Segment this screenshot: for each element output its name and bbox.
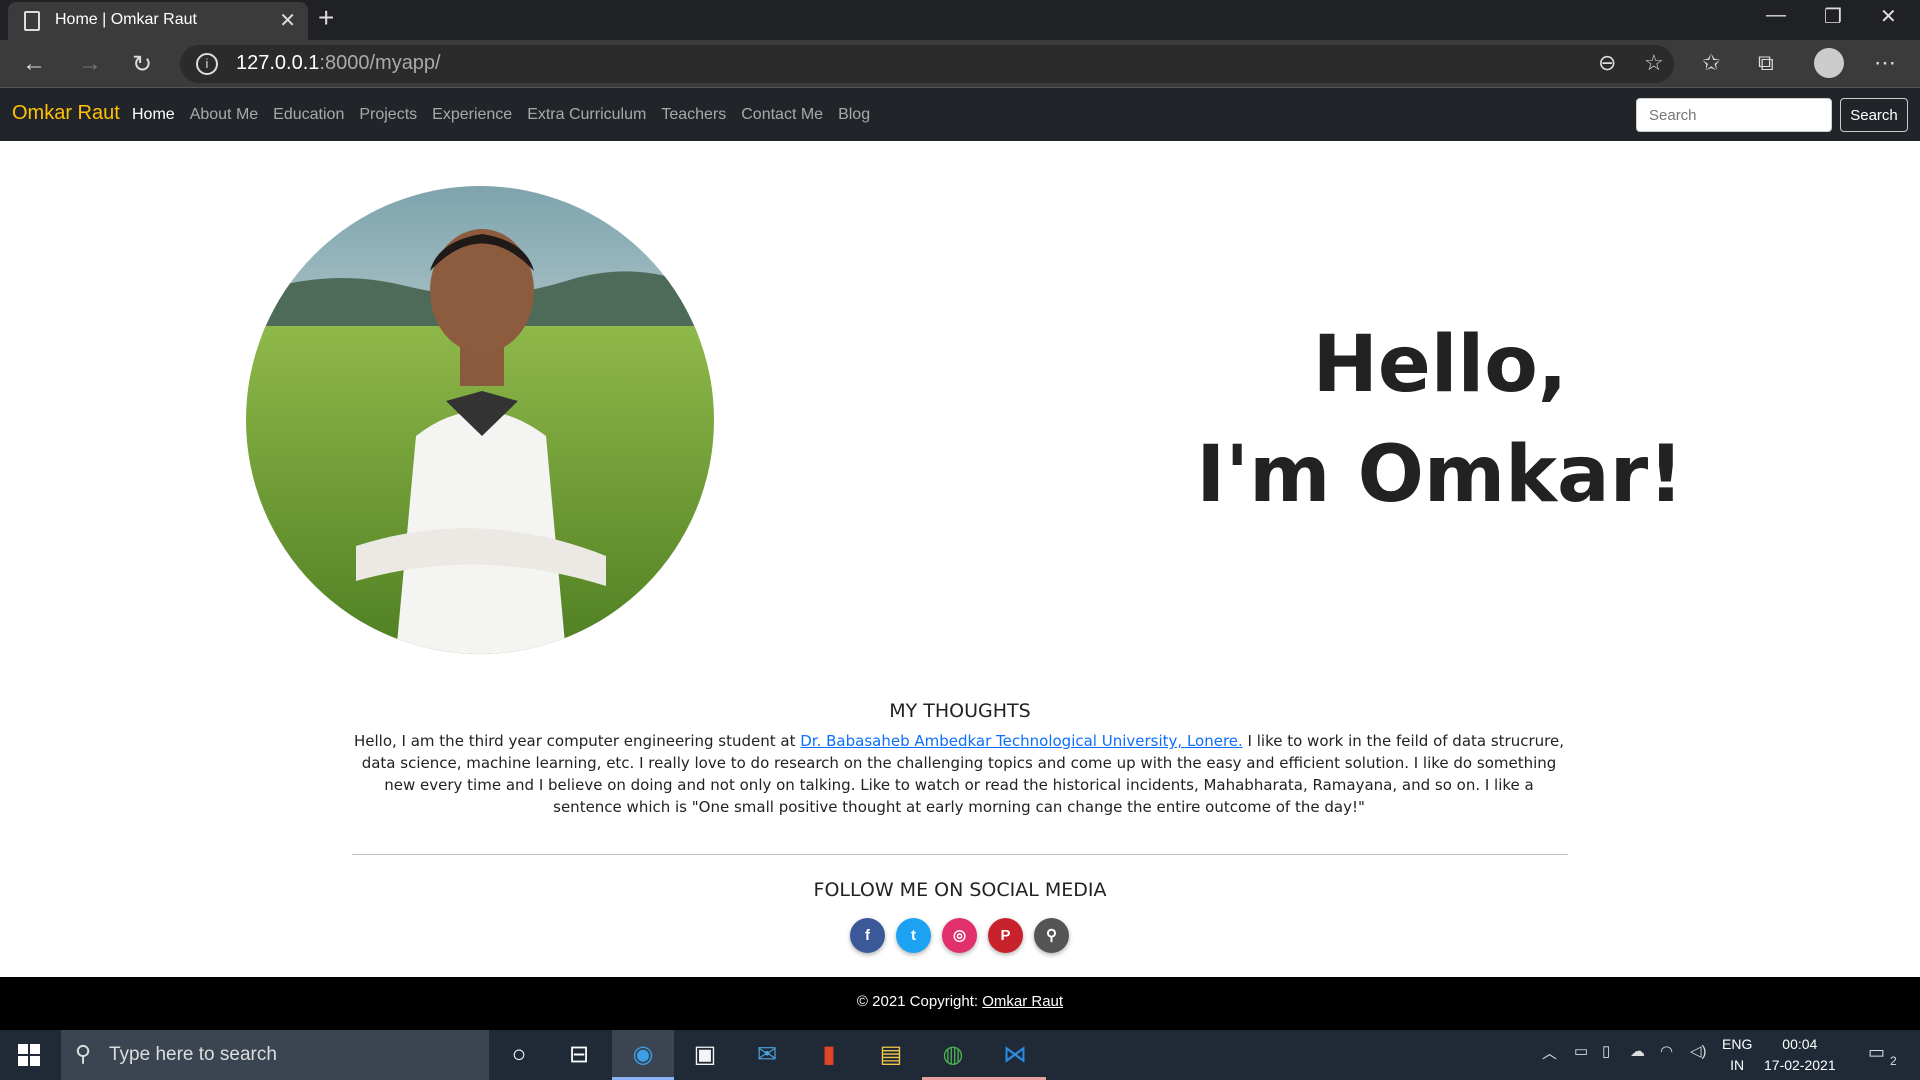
site-footer: © 2021 Copyright: Omkar Raut — [0, 977, 1920, 1030]
nav-teachers[interactable]: Teachers — [661, 106, 726, 124]
battery-icon[interactable]: ▯ — [1602, 1042, 1610, 1060]
add-favorite-icon[interactable]: ☆ — [1644, 50, 1664, 76]
forward-icon[interactable]: → — [78, 50, 102, 78]
nav-extra-curriculum[interactable]: Extra Curriculum — [527, 106, 646, 124]
volume-icon[interactable]: ◁) — [1690, 1042, 1707, 1060]
onedrive-icon[interactable]: ☁ — [1630, 1042, 1645, 1060]
restore-icon[interactable]: ❐ — [1824, 4, 1842, 29]
twitter-icon[interactable]: t — [896, 918, 931, 953]
hero-greeting: Hello, I'm Omkar! — [1180, 310, 1700, 530]
vscode-icon[interactable]: ⋈ — [984, 1030, 1046, 1080]
show-hidden-icons[interactable]: ︿ — [1542, 1042, 1557, 1063]
taskbar-search-placeholder: Type here to search — [109, 1044, 277, 1065]
site-brand[interactable]: Omkar Raut — [12, 102, 120, 125]
notification-count: 2 — [1890, 1054, 1897, 1068]
meet-now-icon[interactable]: ▭ — [1574, 1042, 1588, 1060]
profile-photo — [246, 186, 714, 654]
search-input[interactable] — [1636, 98, 1832, 132]
facebook-icon[interactable]: f — [850, 918, 885, 953]
address-bar-row: ← → ↻ i 127.0.0.1:8000/myapp/ ⊖ ☆ ✩ ⧉ ⋯ — [0, 40, 1920, 88]
nav-experience[interactable]: Experience — [432, 106, 512, 124]
nav-about-me[interactable]: About Me — [190, 106, 258, 124]
notification-icon[interactable]: ▭ — [1868, 1042, 1885, 1063]
hero-line-2: I'm Omkar! — [1196, 430, 1684, 520]
section-divider — [352, 854, 1568, 855]
collections-icon[interactable]: ⧉ — [1758, 50, 1774, 76]
nav-home[interactable]: Home — [132, 106, 175, 124]
office-icon[interactable]: ▮ — [798, 1030, 860, 1080]
thoughts-heading: MY THOUGHTS — [889, 700, 1031, 722]
file-explorer-icon[interactable]: ▤ — [860, 1030, 922, 1080]
windows-start-icon[interactable] — [18, 1044, 40, 1066]
thoughts-paragraph: Hello, I am the third year computer engi… — [353, 732, 1564, 816]
minimize-icon[interactable]: — — [1766, 4, 1786, 27]
task-view-icon[interactable]: ⊟ — [548, 1030, 610, 1080]
nav-blog[interactable]: Blog — [838, 106, 870, 124]
footer-author-link[interactable]: Omkar Raut — [982, 993, 1063, 1010]
pinterest-icon[interactable]: P — [988, 918, 1023, 953]
more-menu-icon[interactable]: ⋯ — [1874, 50, 1896, 76]
store-icon[interactable]: ▣ — [674, 1030, 736, 1080]
reload-icon[interactable]: ↻ — [132, 50, 152, 79]
tab-title: Home | Omkar Raut — [55, 11, 197, 28]
nav-projects[interactable]: Projects — [359, 106, 417, 124]
page-icon — [24, 11, 40, 31]
zoom-out-icon[interactable]: ⊖ — [1598, 50, 1616, 76]
favorites-icon[interactable]: ✩ — [1702, 50, 1720, 76]
edge-icon[interactable]: ◉ — [612, 1030, 674, 1080]
cortana-icon[interactable]: ○ — [488, 1030, 550, 1080]
language-indicator[interactable]: ENG IN — [1722, 1034, 1752, 1076]
wifi-icon[interactable]: ◠ — [1660, 1042, 1673, 1060]
chrome-icon[interactable]: ◍ — [922, 1030, 984, 1080]
profile-avatar[interactable] — [1814, 48, 1844, 78]
back-icon[interactable]: ← — [22, 50, 46, 78]
search-icon: ⚲ — [75, 1041, 92, 1066]
mail-icon[interactable]: ✉ — [736, 1030, 798, 1080]
nav-education[interactable]: Education — [273, 106, 344, 124]
url-field[interactable]: i 127.0.0.1:8000/myapp/ — [180, 45, 1674, 83]
social-icons: f t ◎ P ⚲ — [850, 918, 1069, 953]
site-info-icon[interactable]: i — [196, 53, 218, 75]
copyright-text: © 2021 Copyright: — [856, 993, 983, 1010]
site-navbar: Omkar Raut Home About Me Education Proje… — [0, 88, 1920, 141]
university-link[interactable]: Dr. Babasaheb Ambedkar Technological Uni… — [800, 732, 1243, 750]
browser-tab[interactable]: Home | Omkar Raut ✕ — [8, 2, 308, 40]
nav-contact-me[interactable]: Contact Me — [741, 106, 823, 124]
taskbar-search-box[interactable]: ⚲ Type here to search — [61, 1030, 489, 1080]
url-text: 127.0.0.1:8000/myapp/ — [236, 52, 441, 74]
social-heading: FOLLOW ME ON SOCIAL MEDIA — [813, 879, 1107, 901]
nav-links: Home About Me Education Projects Experie… — [132, 106, 870, 124]
steam-icon[interactable]: ⚲ — [1034, 918, 1069, 953]
browser-tab-bar: Home | Omkar Raut ✕ + — ❐ ✕ — [0, 0, 1920, 40]
instagram-icon[interactable]: ◎ — [942, 918, 977, 953]
new-tab-icon[interactable]: + — [318, 2, 334, 34]
close-tab-icon[interactable]: ✕ — [279, 8, 296, 33]
windows-taskbar: ⚲ Type here to search ○ ⊟ ◉ ▣ ✉ ▮ ▤ ◍ ⋈ … — [0, 1030, 1920, 1080]
hero-line-1: Hello, — [1312, 320, 1568, 410]
close-window-icon[interactable]: ✕ — [1880, 4, 1897, 29]
search-button[interactable]: Search — [1840, 98, 1908, 132]
taskbar-clock[interactable]: 00:04 17-02-2021 — [1764, 1034, 1836, 1076]
